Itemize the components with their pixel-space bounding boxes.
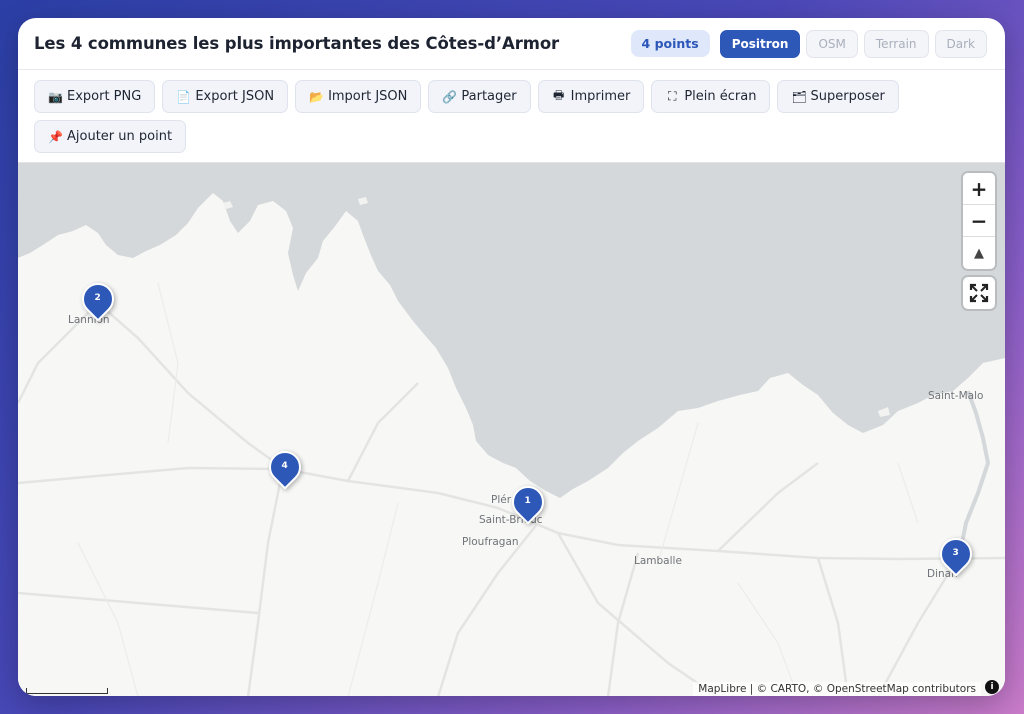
expand-icon <box>969 283 989 303</box>
map-fullscreen-button[interactable] <box>963 277 995 309</box>
export-png-label: Export PNG <box>67 89 142 104</box>
zoom-control: + − ▲ <box>963 173 995 269</box>
fullscreen-label: Plein écran <box>684 89 757 104</box>
link-icon: 🔗 <box>442 89 458 104</box>
marker-number: 4 <box>281 461 288 472</box>
layers-icon: 🗂 <box>791 89 807 104</box>
marker-number: 2 <box>94 293 101 304</box>
add-point-label: Ajouter un point <box>67 129 173 144</box>
folder-open-icon: 📂 <box>309 89 325 104</box>
fullscreen-button[interactable]: ⛶ Plein écran <box>651 80 771 113</box>
map-card: Les 4 communes les plus importantes des … <box>18 18 1005 696</box>
marker-number: 1 <box>524 496 531 507</box>
label-lamballe: Lamballe <box>634 555 682 567</box>
zoom-in-button[interactable]: + <box>963 173 995 205</box>
file-icon: 📄 <box>176 89 192 104</box>
marker-number: 3 <box>952 548 959 559</box>
zoom-out-button[interactable]: − <box>963 205 995 237</box>
toolbar: 📷 Export PNG 📄 Export JSON 📂 Import JSON… <box>18 70 1005 162</box>
overlay-label: Superposer <box>810 89 885 104</box>
import-json-button[interactable]: 📂 Import JSON <box>295 80 422 113</box>
fullscreen-icon: ⛶ <box>668 89 677 103</box>
import-json-label: Import JSON <box>328 89 408 104</box>
compass-button[interactable]: ▲ <box>963 237 995 269</box>
printer-icon: 🖶 <box>552 88 565 102</box>
print-label: Imprimer <box>570 89 631 104</box>
scale-bar <box>26 688 108 694</box>
overlay-button[interactable]: 🗂 Superposer <box>777 80 899 113</box>
info-icon[interactable]: i <box>985 680 999 694</box>
share-label: Partager <box>461 89 517 104</box>
header-controls: 4 points Positron OSM Terrain Dark <box>630 29 987 58</box>
export-json-label: Export JSON <box>195 89 275 104</box>
label-plerin: Plér <box>491 494 512 506</box>
points-count-badge: 4 points <box>630 30 710 57</box>
export-png-button[interactable]: 📷 Export PNG <box>34 80 156 113</box>
map-attribution: MapLibre | © CARTO, © OpenStreetMap cont… <box>693 682 981 696</box>
add-point-button[interactable]: 📌 Ajouter un point <box>34 120 187 153</box>
share-button[interactable]: 🔗 Partager <box>428 80 531 113</box>
print-button[interactable]: 🖶 Imprimer <box>537 80 645 113</box>
label-saint-malo: Saint-Malo <box>928 390 984 402</box>
map-basemap <box>18 163 1005 696</box>
style-positron-button[interactable]: Positron <box>719 29 801 58</box>
pushpin-icon: 📌 <box>48 129 63 144</box>
export-json-button[interactable]: 📄 Export JSON <box>162 80 289 113</box>
style-osm-button[interactable]: OSM <box>806 29 858 58</box>
style-dark-button[interactable]: Dark <box>934 29 987 58</box>
header: Les 4 communes les plus importantes des … <box>18 18 1005 70</box>
label-ploufragan: Ploufragan <box>462 536 519 548</box>
style-terrain-button[interactable]: Terrain <box>863 29 929 58</box>
camera-icon: 📷 <box>48 89 63 104</box>
map-canvas[interactable]: Lannion Saint-Malo Plér Saint-Brieuc Plo… <box>18 162 1005 696</box>
page-title: Les 4 communes les plus importantes des … <box>34 34 560 53</box>
